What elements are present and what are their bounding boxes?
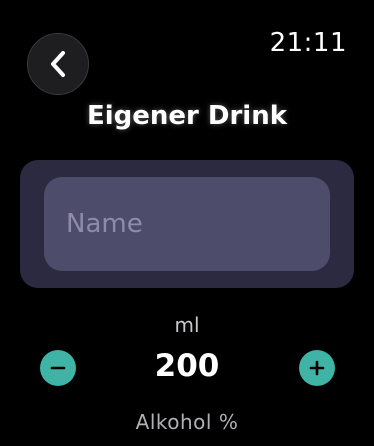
alcohol-label: Alkohol %	[135, 410, 239, 434]
name-input[interactable]	[44, 177, 330, 271]
increment-button[interactable]	[299, 350, 335, 386]
page-title: Eigener Drink	[86, 101, 288, 131]
clock: 21:11	[269, 28, 347, 58]
back-button[interactable]	[27, 33, 89, 95]
chevron-left-icon	[51, 51, 65, 77]
plus-icon	[309, 360, 325, 376]
name-card	[20, 160, 354, 288]
volume-label: ml	[174, 313, 200, 337]
